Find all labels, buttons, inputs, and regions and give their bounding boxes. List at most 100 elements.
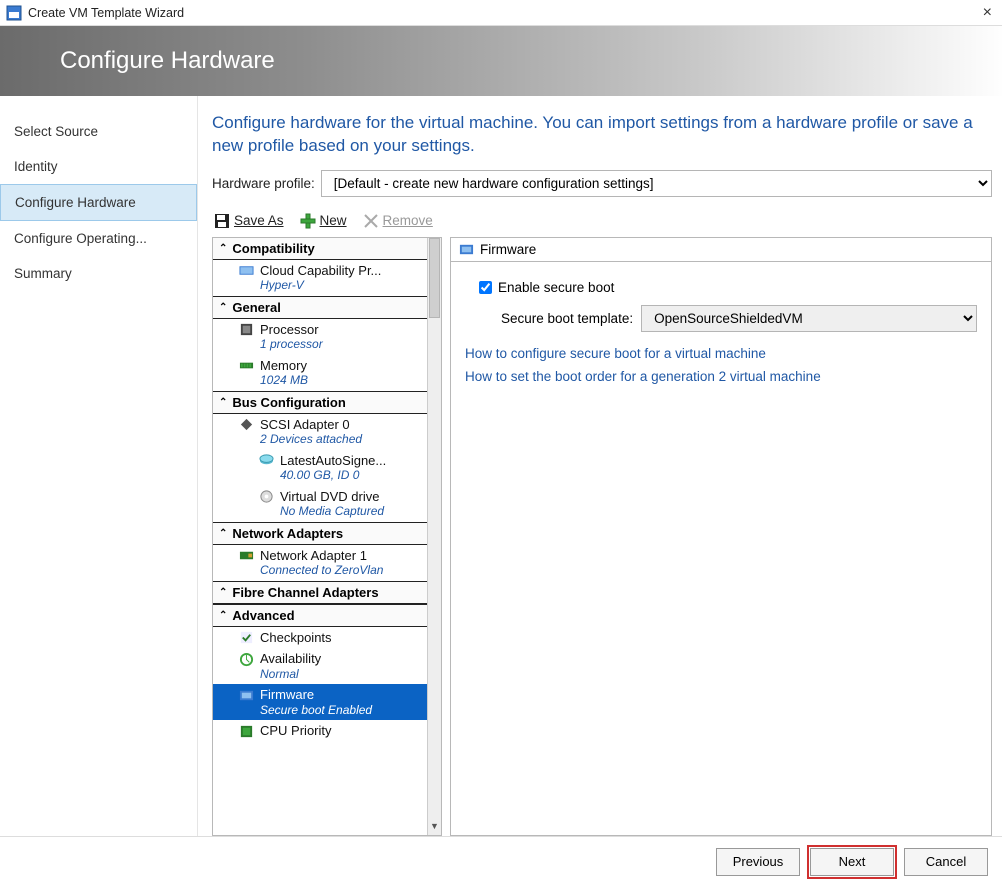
firmware-icon [459,242,474,257]
cloud-icon [239,263,254,278]
tree-group[interactable]: ⌃ Network Adapters [213,522,427,545]
step-select-source[interactable]: Select Source [0,114,197,149]
tree-group[interactable]: ⌃ Fibre Channel Adapters [213,581,427,604]
step-summary[interactable]: Summary [0,256,197,291]
scroll-thumb[interactable] [429,238,440,318]
group-label: General [232,300,280,315]
tree-item[interactable]: FirmwareSecure boot Enabled [213,684,427,720]
collapse-icon: ⌃ [219,397,227,408]
group-label: Advanced [232,608,294,623]
cpu-icon [239,322,254,337]
app-icon [6,5,22,21]
checkpoint-icon [239,630,254,645]
disk-icon [259,453,274,468]
hardware-profile-select[interactable]: [Default - create new hardware configura… [321,170,992,197]
tree-item[interactable]: Virtual DVD driveNo Media Captured [213,486,427,522]
toolbar: Save As New Remove [212,209,992,237]
help-link-boot-order[interactable]: How to set the boot order for a generati… [465,369,977,384]
step-configure-operating[interactable]: Configure Operating... [0,221,197,256]
item-sub: 1024 MB [239,373,421,387]
step-configure-hardware[interactable]: Configure Hardware [0,184,197,221]
memory-icon [239,358,254,373]
item-name: Firmware [260,687,314,703]
tree-item[interactable]: Checkpoints [213,627,427,649]
tree-group[interactable]: ⌃ General [213,296,427,319]
item-sub: Normal [239,667,421,681]
item-name: Network Adapter 1 [260,548,367,564]
tree-item[interactable]: Network Adapter 1Connected to ZeroVlan [213,545,427,581]
content-area: Configure hardware for the virtual machi… [198,96,1002,836]
page-title: Configure Hardware [60,47,275,75]
item-sub: 40.00 GB, ID 0 [259,468,421,482]
remove-button: Remove [363,213,433,229]
x-icon [363,213,379,229]
wizard-footer: Previous Next Cancel [0,836,1002,886]
tree-group[interactable]: ⌃ Advanced [213,604,427,627]
collapse-icon: ⌃ [219,243,227,254]
new-button[interactable]: New [300,213,347,229]
item-sub: Secure boot Enabled [239,703,421,717]
item-name: Virtual DVD drive [280,489,379,505]
scsi-icon [239,417,254,432]
help-link-secure-boot[interactable]: How to configure secure boot for a virtu… [465,346,977,361]
hardware-tree: ⌃ Compatibility Cloud Capability Pr...Hype… [212,237,442,836]
item-name: Processor [260,322,319,338]
step-identity[interactable]: Identity [0,149,197,184]
previous-button[interactable]: Previous [716,848,800,876]
avail-icon [239,652,254,667]
collapse-icon: ⌃ [219,528,227,539]
enable-secure-boot-checkbox[interactable] [479,281,492,294]
tree-item[interactable]: LatestAutoSigne...40.00 GB, ID 0 [213,450,427,486]
next-button[interactable]: Next [810,848,894,876]
item-name: LatestAutoSigne... [280,453,386,469]
close-icon[interactable]: × [979,4,996,22]
save-as-button[interactable]: Save As [214,213,284,229]
scroll-down-icon[interactable]: ▼ [428,821,441,835]
plus-icon [300,213,316,229]
floppy-icon [214,213,230,229]
item-sub: No Media Captured [259,504,421,518]
item-name: SCSI Adapter 0 [260,417,350,433]
collapse-icon: ⌃ [219,587,227,598]
item-sub: 2 Devices attached [239,432,421,446]
tree-item[interactable]: SCSI Adapter 02 Devices attached [213,414,427,450]
banner: Configure Hardware [0,26,1002,96]
group-label: Network Adapters [232,526,343,541]
enable-secure-boot-label: Enable secure boot [498,280,614,295]
item-sub: 1 processor [239,337,421,351]
item-sub: Connected to ZeroVlan [239,563,421,577]
nic-icon [239,548,254,563]
item-name: Checkpoints [260,630,332,646]
tree-group[interactable]: ⌃ Compatibility [213,238,427,260]
collapse-icon: ⌃ [219,610,227,621]
cpupri-icon [239,724,254,739]
detail-title: Firmware [480,242,536,257]
tree-group[interactable]: ⌃ Bus Configuration [213,391,427,414]
tree-scrollbar[interactable]: ▲ ▼ [427,238,441,835]
tree-item[interactable]: Memory1024 MB [213,355,427,391]
cancel-button[interactable]: Cancel [904,848,988,876]
secure-boot-template-select[interactable]: OpenSourceShieldedVM [641,305,977,332]
intro-text: Configure hardware for the virtual machi… [212,112,992,158]
tree-item[interactable]: CPU Priority [213,720,427,742]
item-name: Memory [260,358,307,374]
window-title: Create VM Template Wizard [28,6,979,20]
title-bar: Create VM Template Wizard × [0,0,1002,26]
item-sub: Hyper-V [239,278,421,292]
item-name: Cloud Capability Pr... [260,263,381,279]
detail-panel: Firmware Enable secure boot Secure boot … [450,237,992,836]
tree-item[interactable]: Cloud Capability Pr...Hyper-V [213,260,427,296]
group-label: Fibre Channel Adapters [232,585,378,600]
secure-boot-template-label: Secure boot template: [501,311,633,326]
group-label: Compatibility [232,241,314,256]
dvd-icon [259,489,274,504]
item-name: CPU Priority [260,723,332,739]
collapse-icon: ⌃ [219,302,227,313]
group-label: Bus Configuration [232,395,345,410]
tree-item[interactable]: Processor1 processor [213,319,427,355]
firmware-icon [239,688,254,703]
hardware-profile-label: Hardware profile: [212,176,315,191]
item-name: Availability [260,651,321,667]
wizard-steps: Select Source Identity Configure Hardwar… [0,96,198,836]
tree-item[interactable]: AvailabilityNormal [213,648,427,684]
